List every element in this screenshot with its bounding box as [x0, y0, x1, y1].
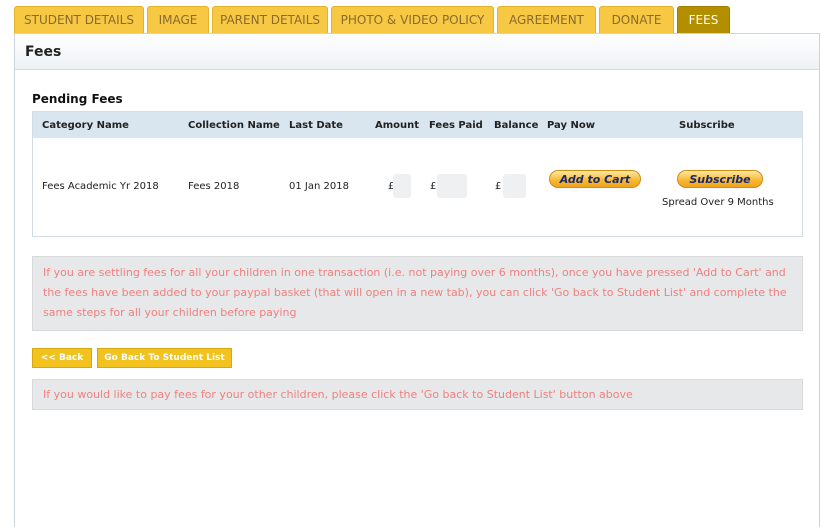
subscribe-button[interactable]: Subscribe — [677, 170, 763, 188]
tab-image[interactable]: IMAGE — [147, 6, 209, 33]
cell-collection-name: Fees 2018 — [188, 181, 240, 192]
fees-panel: Fees Pending Fees Category Name Collecti… — [14, 33, 820, 527]
cell-balance-currency: £ — [495, 181, 502, 192]
header-category-name: Category Name — [42, 120, 129, 131]
header-amount: Amount — [375, 120, 420, 131]
tab-student-details[interactable]: STUDENT DETAILS — [14, 6, 144, 33]
go-back-to-student-list-button[interactable]: Go Back To Student List — [97, 348, 232, 368]
add-to-cart-button[interactable]: Add to Cart — [549, 170, 641, 188]
tab-donate[interactable]: DONATE — [599, 6, 674, 33]
tab-agreement[interactable]: AGREEMENT — [497, 6, 596, 33]
panel-title: Fees — [15, 34, 819, 70]
header-subscribe: Subscribe — [679, 120, 735, 131]
settling-fees-notice: If you are settling fees for all your ch… — [32, 256, 803, 331]
spread-note: Spread Over 9 Months — [662, 197, 774, 208]
header-collection-name: Collection Name — [188, 120, 280, 131]
cell-last-date: 01 Jan 2018 — [289, 181, 349, 192]
table-header-row: Category Name Collection Name Last Date … — [33, 112, 802, 138]
amount-redacted — [393, 174, 411, 198]
pending-fees-table: Category Name Collection Name Last Date … — [32, 111, 803, 237]
tab-parent-details[interactable]: PARENT DETAILS — [212, 6, 328, 33]
pending-fees-title: Pending Fees — [32, 92, 123, 106]
header-fees-paid: Fees Paid — [429, 120, 483, 131]
other-children-notice: If you would like to pay fees for your o… — [32, 379, 803, 410]
balance-redacted — [503, 174, 526, 198]
header-last-date: Last Date — [289, 120, 343, 131]
header-pay-now: Pay Now — [547, 120, 595, 131]
cell-category-name: Fees Academic Yr 2018 — [42, 181, 159, 192]
back-button[interactable]: << Back — [32, 348, 92, 368]
header-balance: Balance — [494, 120, 539, 131]
tab-bar: STUDENT DETAILS IMAGE PARENT DETAILS PHO… — [14, 6, 733, 33]
tab-fees[interactable]: FEES — [677, 6, 730, 33]
tab-photo-video-policy[interactable]: PHOTO & VIDEO POLICY — [331, 6, 494, 33]
cell-paid-currency: £ — [430, 181, 437, 192]
fees-paid-redacted — [437, 174, 467, 198]
